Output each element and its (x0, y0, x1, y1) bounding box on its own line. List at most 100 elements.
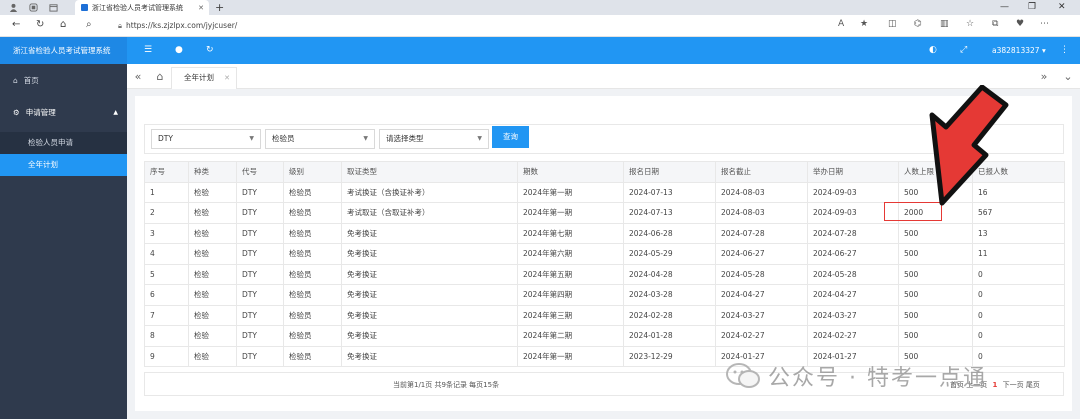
menu-toggle-icon[interactable]: ☰ (144, 37, 152, 64)
back-icon[interactable]: ← (12, 19, 20, 30)
new-tab-icon[interactable]: + (215, 0, 224, 15)
table-cell: 检验员 (283, 345, 342, 367)
table-cell: DTY (236, 222, 284, 244)
search-icon[interactable]: ⌕ (86, 19, 92, 30)
table-cell: 2024-03-27 (807, 304, 899, 326)
chevron-down-icon: ▼ (363, 135, 368, 142)
table-cell: 11 (972, 243, 1065, 265)
table-row[interactable]: 5 检验 DTY 检验员 免考换证 2024年第五期 2024-04-28 2024-05-2… (144, 263, 1065, 285)
close-tab-icon[interactable]: ✕ (198, 4, 204, 12)
favorites-icon[interactable]: ☆ (966, 19, 974, 29)
query-button[interactable]: 查询 (492, 126, 529, 148)
home-tab-icon[interactable]: ⌂ (149, 64, 171, 89)
url-text: https://ks.zjzlpx.com/jyjcuser/ (126, 21, 238, 30)
extension-icon[interactable]: ⌬ (914, 19, 922, 29)
table-cell: 7 (144, 304, 189, 326)
table-cell: 2024-05-29 (623, 243, 716, 265)
table-row[interactable]: 6 检验 DTY 检验员 免考换证 2024年第四期 2024-03-28 2024-04-2… (144, 284, 1065, 306)
table-cell: 2024年第三期 (517, 304, 624, 326)
lock-icon: 🔒︎ (118, 21, 122, 30)
sidebar-item-home[interactable]: ⌂ 首页 (0, 70, 127, 92)
table-cell: 13 (972, 222, 1065, 244)
browser-tab[interactable]: 浙江省检验人员考试管理系统 ✕ (75, 0, 209, 15)
home-menu-icon: ⌂ (13, 76, 18, 85)
table-cell: 2024-09-03 (807, 181, 899, 203)
table-cell: 考试取证（含取证补考） (341, 202, 518, 224)
table-cell: DTY (236, 243, 284, 265)
current-page[interactable]: 1 (992, 381, 997, 389)
last-page-link[interactable]: 尾页 (1026, 381, 1040, 389)
username: a382813327 (992, 46, 1040, 55)
watermark: 公众号 · 特考一点通 (726, 358, 987, 394)
window-close-icon[interactable]: ✕ (1058, 0, 1066, 15)
chevron-down-icon[interactable]: ⌄ (1057, 64, 1079, 89)
read-aloud-icon[interactable]: A (838, 19, 844, 29)
menu-dots-icon[interactable]: ⋯ (1040, 19, 1049, 29)
url-field[interactable]: 🔒︎ https://ks.zjzlpx.com/jyjcuser/ (118, 19, 818, 33)
table-cell: 500 (898, 263, 973, 285)
column-header: 报名日期 (623, 161, 716, 183)
chevron-up-icon: ▲ (113, 109, 118, 116)
table-cell: 2024年第二期 (517, 325, 624, 347)
tracking-icon[interactable]: ◫ (888, 19, 897, 29)
table-cell: 2024-02-28 (623, 304, 716, 326)
table-cell: 2024-04-27 (715, 284, 808, 306)
chevron-down-icon: ▾ (1041, 46, 1046, 55)
table-row[interactable]: 7 检验 DTY 检验员 免考换证 2024年第三期 2024-02-28 2024-03-2… (144, 304, 1065, 326)
table-row[interactable]: 4 检验 DTY 检验员 免考换证 2024年第六期 2024-05-29 2024-06-2… (144, 243, 1065, 265)
chevron-down-icon: ▼ (477, 135, 482, 142)
table-row[interactable]: 3 检验 DTY 检验员 免考换证 2024年第七期 2024-06-28 2024-07-2… (144, 222, 1065, 244)
tab-actions-icon[interactable] (46, 0, 60, 15)
home-icon[interactable]: ⌂ (60, 19, 66, 30)
collections-icon[interactable] (26, 0, 40, 15)
app-header: 浙江省检验人员考试管理系统 ☰ ● ↻ ◐ ⤢ a382813327 ▾ ⋮ (0, 37, 1080, 64)
table-cell: 6 (144, 284, 189, 306)
health-icon[interactable]: ♥ (1016, 19, 1024, 29)
user-menu[interactable]: a382813327 ▾ (992, 37, 1046, 64)
table-cell: 检验员 (283, 181, 342, 203)
theme-icon[interactable]: ◐ (929, 37, 937, 64)
table-row[interactable]: 8 检验 DTY 检验员 免考换证 2024年第二期 2024-01-28 2024-02-2… (144, 325, 1065, 347)
table-cell: 500 (898, 325, 973, 347)
tab-annual-plan[interactable]: 全年计划 ✕ (171, 67, 237, 89)
column-header: 期数 (517, 161, 624, 183)
collections-button-icon[interactable]: ⧉ (992, 19, 998, 29)
split-screen-icon[interactable]: ▥ (940, 19, 949, 29)
cert-type-placeholder: 请选择类型 (386, 134, 424, 143)
globe-icon[interactable]: ● (175, 37, 183, 64)
sidebar-group-apply[interactable]: ⚙ 申请管理 ▲ (0, 102, 127, 124)
favorite-star-icon[interactable]: ★ (860, 19, 868, 29)
watermark-text: 公众号 · 特考一点通 (768, 366, 987, 391)
type-select[interactable]: DTY ▼ (151, 129, 261, 149)
cert-type-select[interactable]: 请选择类型 ▼ (379, 129, 489, 149)
address-bar-row: ← ↻ ⌂ ⌕ 🔒︎ https://ks.zjzlpx.com/jyjcuser… (0, 15, 1080, 37)
table-cell: 2024-02-27 (715, 325, 808, 347)
red-arrow-annotation (929, 85, 1009, 206)
table-cell: 检验员 (283, 304, 342, 326)
refresh-page-icon[interactable]: ↻ (206, 37, 214, 64)
refresh-icon[interactable]: ↻ (36, 19, 44, 30)
pagination-info: 当前第1/1页 共9条记录 每页15条 (393, 381, 500, 389)
sidebar-item-inspector-apply[interactable]: 检验人员申请 (0, 132, 127, 154)
sidebar-item-annual-plan[interactable]: 全年计划 (0, 154, 127, 176)
scroll-left-icon[interactable]: « (127, 64, 149, 89)
level-select[interactable]: 检验员 ▼ (265, 129, 375, 149)
table-cell: 2024-05-28 (807, 263, 899, 285)
more-icon[interactable]: ⋮ (1060, 37, 1069, 64)
app-title: 浙江省检验人员考试管理系统 (0, 37, 127, 64)
table-cell: 2024年第一期 (517, 181, 624, 203)
table-cell: 500 (898, 222, 973, 244)
fullscreen-icon[interactable]: ⤢ (960, 37, 967, 64)
tab-label: 全年计划 (184, 73, 214, 82)
browser-tab-title: 浙江省检验人员考试管理系统 (92, 3, 183, 12)
table-cell: DTY (236, 345, 284, 367)
chevron-down-icon: ▼ (249, 135, 254, 142)
table-cell: 2024-04-28 (623, 263, 716, 285)
table-cell: 8 (144, 325, 189, 347)
close-icon[interactable]: ✕ (224, 68, 230, 88)
next-page-link[interactable]: 下一页 (1003, 381, 1024, 389)
minimize-icon[interactable]: — (1000, 0, 1009, 15)
maximize-icon[interactable]: ❐ (1028, 0, 1036, 15)
table-cell: 2024-04-27 (807, 284, 899, 306)
profile-icon[interactable] (6, 0, 20, 15)
